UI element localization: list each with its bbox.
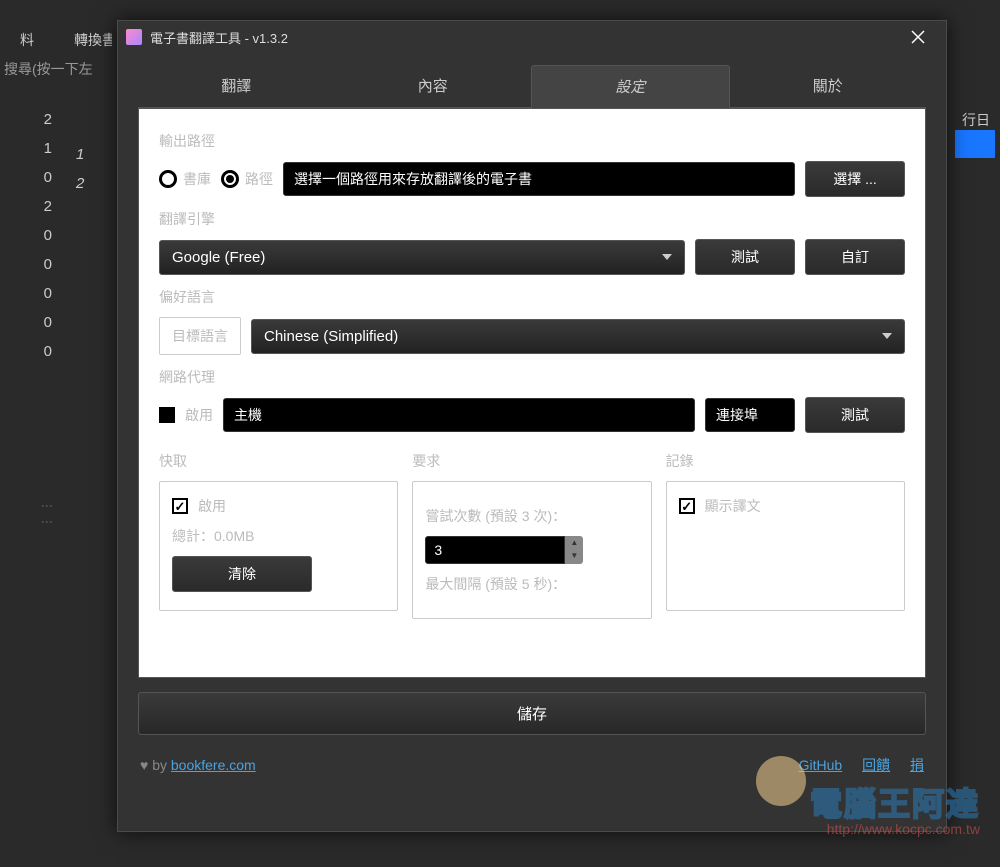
proxy-enable-checkbox[interactable] <box>159 407 175 423</box>
proxy-test-button[interactable]: 測試 <box>805 397 905 433</box>
section-output-path: 輸出路徑 <box>159 131 905 151</box>
output-path-input[interactable]: 選擇一個路徑用來存放翻譯後的電子書 <box>283 162 795 196</box>
cache-enable-checkbox[interactable] <box>172 498 188 514</box>
bg-right-header: 行日 <box>962 110 990 130</box>
tab-settings[interactable]: 設定 <box>531 65 730 108</box>
radio-library[interactable] <box>159 170 177 188</box>
cache-enable-label: 啟用 <box>198 496 226 516</box>
translator-dialog: 電子書翻譯工具 - v1.3.2 翻譯 內容 設定 關於 輸出路徑 書庫 路徑 … <box>117 20 947 832</box>
section-log: 記錄 <box>666 451 905 471</box>
proxy-enable-label: 啟用 <box>185 405 213 425</box>
bg-count: 0 <box>10 250 60 279</box>
bg-count: 2 <box>10 192 60 221</box>
app-icon <box>126 29 142 45</box>
output-path-row: 書庫 路徑 選擇一個路徑用來存放翻譯後的電子書 選擇 ... <box>159 161 905 197</box>
cache-total: 總計：0.0MB <box>172 526 385 546</box>
section-engine: 翻譯引擎 <box>159 209 905 229</box>
cache-box: 啟用 總計：0.0MB 清除 <box>159 481 398 611</box>
section-cache: 快取 <box>159 451 398 471</box>
footer-by: by <box>148 757 171 773</box>
bg-list-index: 1 2 <box>70 140 110 198</box>
bg-sidebar: 2 1 0 2 0 0 0 0 0 <box>10 105 60 366</box>
footer-donate-link[interactable]: 捐 <box>910 757 924 773</box>
section-language: 偏好語言 <box>159 287 905 307</box>
footer-feedback-link[interactable]: 回饋 <box>862 757 890 773</box>
interval-label: 最大間隔 (預設 5 秒)： <box>425 574 638 594</box>
choose-path-button[interactable]: 選擇 ... <box>805 161 905 197</box>
dialog-footer: ♥ by bookfere.com GitHub 回饋 捐 <box>140 755 924 775</box>
section-request: 要求 <box>412 451 651 471</box>
radio-path-label: 路徑 <box>245 169 273 189</box>
retry-input[interactable] <box>425 536 565 564</box>
spin-down-icon[interactable]: ▼ <box>565 549 583 562</box>
tab-content[interactable]: 內容 <box>335 65 532 107</box>
log-show-label: 顯示譯文 <box>705 496 761 516</box>
chevron-down-icon <box>882 333 892 339</box>
radio-path[interactable] <box>221 170 239 188</box>
cache-clear-button[interactable]: 清除 <box>172 556 312 592</box>
chevron-down-icon <box>662 254 672 260</box>
proxy-row: 啟用 主機 連接埠 測試 <box>159 397 905 433</box>
section-proxy: 網路代理 <box>159 367 905 387</box>
save-row: 儲存 <box>138 692 926 735</box>
bg-count: 0 <box>10 337 60 366</box>
radio-library-wrap[interactable]: 書庫 <box>159 169 211 189</box>
col-request: 要求 嘗試次數 (預設 3 次)： ▲ ▼ 最大間隔 (預設 5 秒)： <box>412 445 651 619</box>
bg-count: 0 <box>10 279 60 308</box>
bg-row-num: 2 <box>70 169 110 198</box>
tab-about[interactable]: 關於 <box>730 65 927 107</box>
request-box: 嘗試次數 (預設 3 次)： ▲ ▼ 最大間隔 (預設 5 秒)： <box>412 481 651 619</box>
spin-up-icon[interactable]: ▲ <box>565 536 583 549</box>
bg-count: 1 <box>10 134 60 163</box>
footer-links: GitHub 回饋 捐 <box>783 755 924 775</box>
log-show-checkbox[interactable] <box>679 498 695 514</box>
footer-credit: ♥ by bookfere.com <box>140 757 256 773</box>
proxy-host-input[interactable]: 主機 <box>223 398 695 432</box>
retry-spinner[interactable]: ▲ ▼ <box>425 536 638 564</box>
engine-select-value: Google (Free) <box>172 249 265 266</box>
bg-toolbar-item: 料 <box>20 30 34 50</box>
close-button[interactable] <box>898 21 938 53</box>
titlebar: 電子書翻譯工具 - v1.3.2 <box>118 21 946 53</box>
bg-count: 0 <box>10 221 60 250</box>
bg-search-hint: 搜尋(按一下左 <box>0 55 97 83</box>
bg-selected-row <box>955 130 995 158</box>
target-lang-value: Chinese (Simplified) <box>264 328 398 345</box>
engine-custom-button[interactable]: 自訂 <box>805 239 905 275</box>
engine-test-button[interactable]: 測試 <box>695 239 795 275</box>
bg-toolbar-item: 轉換書 <box>74 30 116 50</box>
col-cache: 快取 啟用 總計：0.0MB 清除 <box>159 445 398 619</box>
retry-label: 嘗試次數 (預設 3 次)： <box>425 506 638 526</box>
tab-translate[interactable]: 翻譯 <box>138 65 335 107</box>
engine-row: Google (Free) 測試 自訂 <box>159 239 905 275</box>
settings-panel: 輸出路徑 書庫 路徑 選擇一個路徑用來存放翻譯後的電子書 選擇 ... 翻譯引擎… <box>138 108 926 678</box>
bg-row-num: 1 <box>70 140 110 169</box>
tabs: 翻譯 內容 設定 關於 <box>138 65 926 108</box>
engine-select[interactable]: Google (Free) <box>159 240 685 275</box>
bg-drag-handle: ⋮⋮ <box>40 500 54 532</box>
bg-count: 0 <box>10 163 60 192</box>
target-lang-label: 目標語言 <box>159 317 241 355</box>
language-row: 目標語言 Chinese (Simplified) <box>159 317 905 355</box>
footer-github-link[interactable]: GitHub <box>799 757 843 773</box>
target-lang-select[interactable]: Chinese (Simplified) <box>251 319 905 354</box>
col-log: 記錄 顯示譯文 <box>666 445 905 619</box>
bottom-columns: 快取 啟用 總計：0.0MB 清除 要求 嘗試次數 (預設 3 次)： <box>159 445 905 619</box>
bg-count: 2 <box>10 105 60 134</box>
log-box: 顯示譯文 <box>666 481 905 611</box>
bg-count: 0 <box>10 308 60 337</box>
footer-site-link[interactable]: bookfere.com <box>171 757 256 773</box>
radio-path-wrap[interactable]: 路徑 <box>221 169 273 189</box>
radio-library-label: 書庫 <box>183 169 211 189</box>
proxy-port-input[interactable]: 連接埠 <box>705 398 795 432</box>
save-button[interactable]: 儲存 <box>138 692 926 735</box>
window-title: 電子書翻譯工具 - v1.3.2 <box>150 28 898 47</box>
close-icon <box>911 30 925 44</box>
